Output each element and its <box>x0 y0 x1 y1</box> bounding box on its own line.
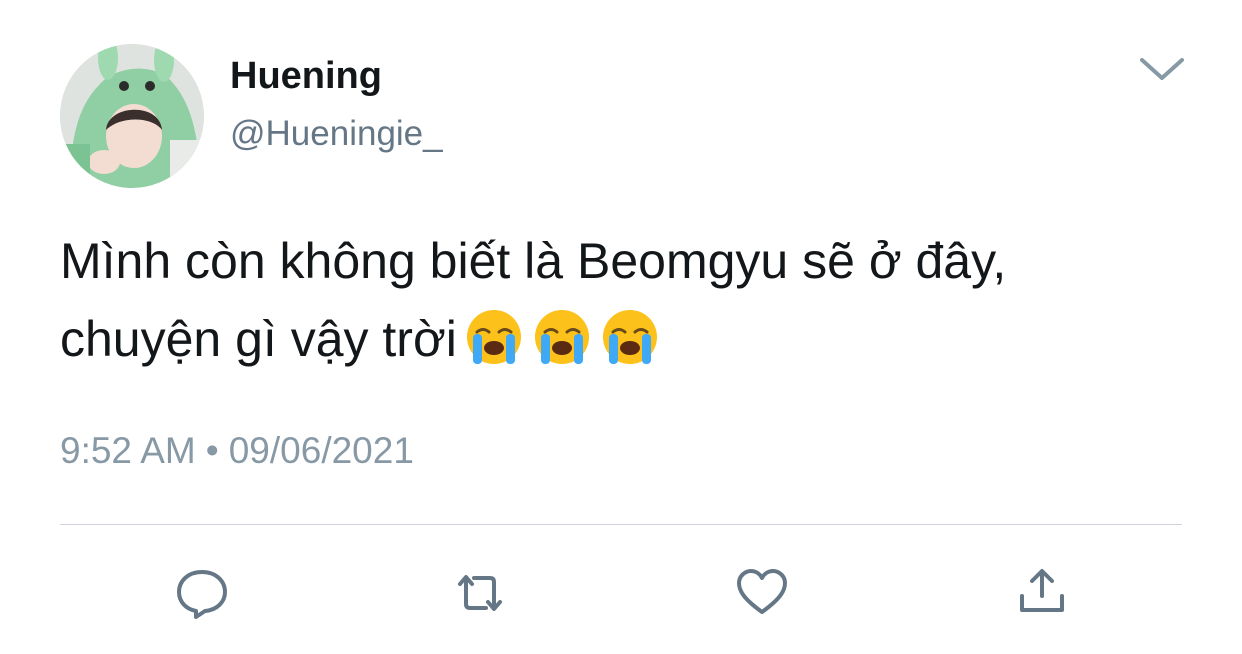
speech-bubble-icon <box>177 570 227 619</box>
divider <box>60 524 1182 525</box>
retweet-button[interactable] <box>452 566 508 620</box>
tweet-body: Mình còn không biết là Beomgyu sẽ ở đây,… <box>60 222 1060 388</box>
retweet-icon <box>458 575 502 611</box>
emoji-row <box>465 308 669 388</box>
heart-icon <box>737 569 787 614</box>
chevron-down-icon[interactable] <box>1134 50 1190 86</box>
avatar-photo <box>60 44 204 188</box>
loudly-crying-face-emoji <box>533 308 591 366</box>
display-name[interactable]: Huening <box>230 52 382 100</box>
reply-button[interactable] <box>174 566 230 620</box>
tweet-time: 9:52 AM <box>60 430 196 471</box>
loudly-crying-face-emoji <box>465 308 523 366</box>
tweet-date: 09/06/2021 <box>228 430 414 471</box>
like-button[interactable] <box>734 566 790 620</box>
loudly-crying-face-emoji <box>601 308 659 366</box>
share-button[interactable] <box>1014 566 1070 620</box>
share-upload-icon <box>1020 569 1064 612</box>
tweet-timestamp[interactable]: 9:52 AM • 09/06/2021 <box>60 428 414 474</box>
meta-separator: • <box>205 430 219 471</box>
user-handle[interactable]: @Hueningie_ <box>230 112 443 156</box>
avatar[interactable] <box>60 44 204 188</box>
